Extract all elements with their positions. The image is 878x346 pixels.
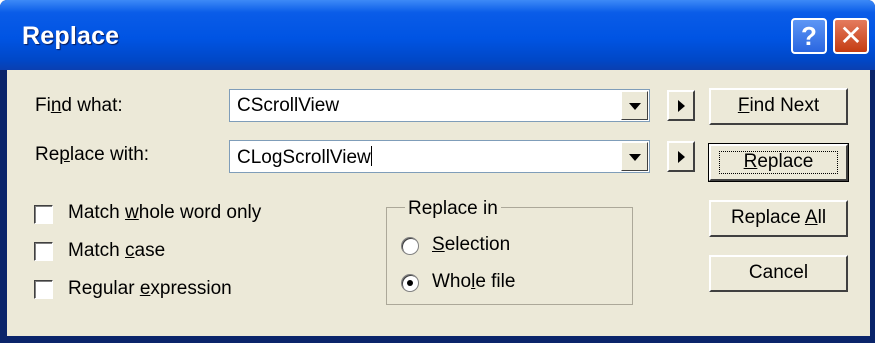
close-button[interactable]: ✕ (833, 18, 869, 54)
replace-button[interactable]: Replace (708, 143, 849, 182)
whole-file-radio[interactable] (401, 274, 419, 292)
replace-in-title: Replace in (405, 198, 501, 220)
triangle-right-icon (678, 151, 685, 163)
regular-expression-label[interactable]: Regular expression (68, 278, 232, 300)
match-case-checkbox[interactable] (34, 242, 53, 261)
selection-radio[interactable] (401, 237, 419, 255)
regular-expression-checkbox[interactable] (34, 280, 53, 299)
match-whole-word-label[interactable]: Match whole word only (68, 202, 261, 224)
text-caret (370, 146, 372, 166)
chevron-down-icon (629, 103, 641, 110)
find-what-combobox[interactable]: CScrollView (229, 89, 650, 122)
find-what-label: Find what: (35, 95, 123, 116)
close-icon: ✕ (839, 19, 863, 52)
help-button[interactable]: ? (791, 18, 827, 54)
cancel-button[interactable]: Cancel (709, 255, 848, 292)
help-icon: ? (801, 21, 817, 51)
find-regex-menu-button[interactable] (667, 90, 695, 121)
replace-with-dropdown-button[interactable] (621, 142, 648, 171)
dialog-title: Replace (22, 22, 120, 50)
match-case-label[interactable]: Match case (68, 240, 165, 262)
find-next-button[interactable]: Find Next (709, 88, 848, 125)
replace-with-input[interactable]: CLogScrollView (237, 146, 372, 169)
replace-all-button[interactable]: Replace All (709, 200, 848, 237)
selection-label[interactable]: Selection (432, 234, 510, 256)
find-what-dropdown-button[interactable] (621, 91, 648, 120)
chevron-down-icon (629, 154, 641, 161)
title-bar[interactable]: Replace ? ✕ (0, 0, 875, 70)
triangle-right-icon (678, 100, 685, 112)
replace-dialog: Replace ? ✕ Find what: CScrollView Repla… (0, 0, 875, 343)
replace-with-combobox[interactable]: CLogScrollView (229, 140, 650, 173)
replace-regex-menu-button[interactable] (667, 141, 695, 172)
radio-selected-dot (407, 280, 413, 286)
find-what-input[interactable]: CScrollView (237, 95, 339, 117)
match-whole-word-checkbox[interactable] (34, 205, 53, 224)
whole-file-label[interactable]: Whole file (432, 271, 515, 293)
dialog-body: Find what: CScrollView Replace with: CLo… (7, 70, 870, 336)
replace-with-label: Replace with: (35, 144, 150, 165)
